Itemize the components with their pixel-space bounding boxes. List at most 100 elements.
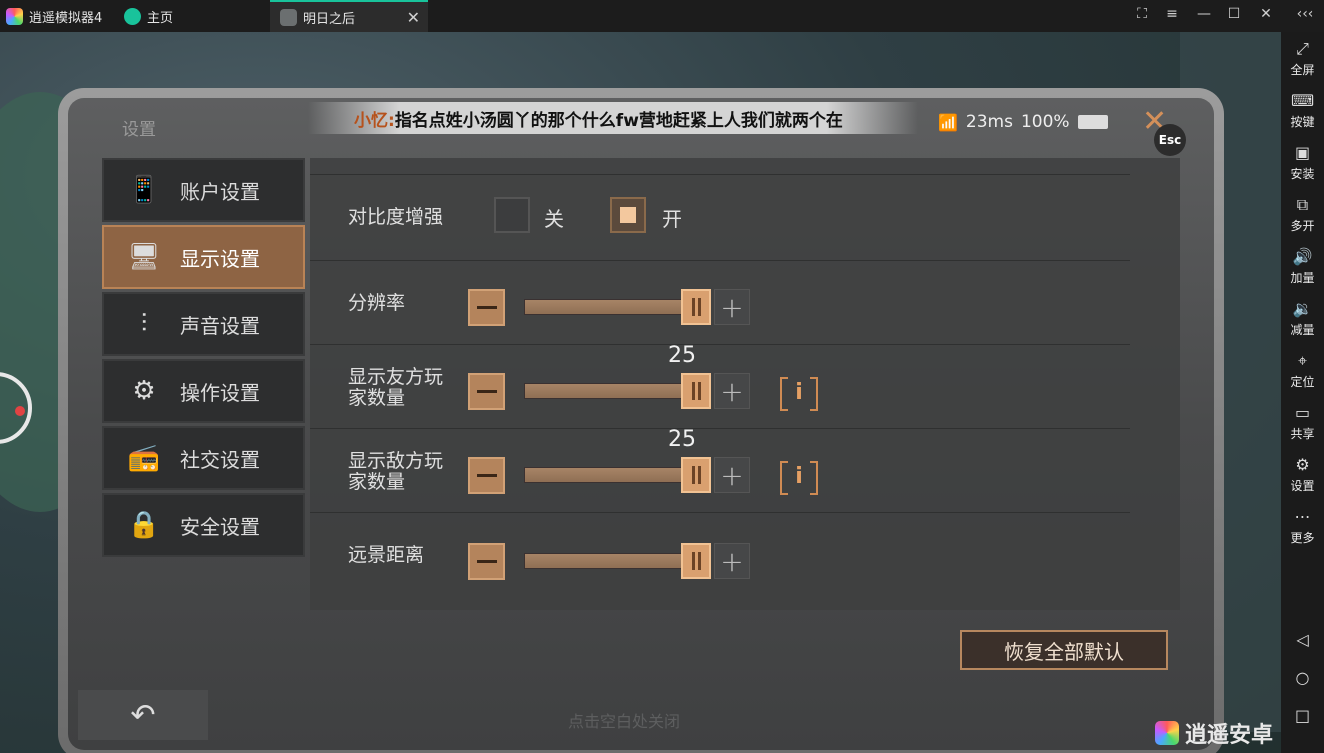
sidebar-label: 设置	[1290, 479, 1315, 493]
decrease-button[interactable]	[468, 373, 505, 410]
game-view: 设置 小忆: 指名点姓小汤圆丫的那个什么fw营地赶紧上人我们就两个在 📶 23m…	[0, 32, 1281, 753]
slider-label: 远景距离	[348, 544, 425, 566]
tab-home[interactable]: 主页	[118, 0, 268, 32]
enemy-count-row: 显示敌方玩家数量 25 + i	[310, 427, 1130, 512]
slider-label: 显示友方玩家数量	[348, 366, 444, 409]
slider-track[interactable]	[524, 467, 700, 483]
close-tab-icon[interactable]: ✕	[407, 8, 420, 27]
slider-fill	[525, 384, 698, 398]
slider-thumb[interactable]	[681, 457, 712, 493]
sidebar-item-more[interactable]: ⋯ 更多	[1281, 508, 1324, 546]
info-icon[interactable]: i	[780, 377, 818, 411]
location-icon: ⌖	[1297, 351, 1307, 370]
restore-defaults-button[interactable]: 恢复全部默认	[960, 630, 1168, 670]
app-logo-icon	[6, 7, 23, 25]
home-icon	[124, 7, 141, 25]
resolution-row: 分辨率 +	[310, 260, 1130, 344]
info-icon[interactable]: i	[780, 461, 818, 495]
sidebar-item-location[interactable]: ⌖ 定位	[1281, 352, 1324, 390]
decrease-button[interactable]	[468, 457, 505, 494]
sidebar-label: 按键	[1290, 115, 1315, 129]
walkie-talkie-icon: 📻	[127, 443, 161, 473]
slider-thumb[interactable]	[681, 289, 712, 325]
slider-value: 25	[668, 427, 696, 452]
sidebar-label: 多开	[1290, 219, 1315, 233]
sound-sliders-icon: ⫶	[140, 308, 148, 339]
menu-icon[interactable]: ≡	[1162, 6, 1182, 22]
controls-gear-icon: ⚙	[132, 376, 156, 406]
contrast-row: 对比度增强 关 开	[310, 174, 1130, 260]
status-bar: 📶 23ms 100%	[938, 112, 1108, 132]
collapse-sidebar-icon[interactable]: ‹‹‹	[1292, 6, 1318, 22]
nav-display[interactable]: 🖥 显示设置	[102, 225, 305, 289]
nav-security[interactable]: 🔒 安全设置	[102, 493, 305, 557]
close-window-icon[interactable]: ✕	[1256, 6, 1276, 22]
slider-label: 显示敌方玩家数量	[348, 450, 444, 493]
sidebar-item-share[interactable]: ▭ 共享	[1281, 404, 1324, 442]
nav-account[interactable]: 📱 账户设置	[102, 158, 305, 222]
sidebar-item-multi[interactable]: ⧉ 多开	[1281, 196, 1324, 234]
slider-thumb[interactable]	[681, 543, 712, 579]
nav-label: 显示设置	[180, 246, 260, 271]
minimize-icon[interactable]: —	[1194, 6, 1214, 22]
tab-game[interactable]: 明日之后 ✕	[270, 0, 428, 32]
slider-thumb[interactable]	[681, 373, 712, 409]
slider-track[interactable]	[524, 299, 700, 315]
slider-track[interactable]	[524, 383, 700, 399]
sidebar-label: 更多	[1290, 531, 1315, 545]
sidebar-label: 加量	[1290, 271, 1315, 285]
nav-label: 社交设置	[180, 447, 260, 472]
sidebar-label: 全屏	[1290, 63, 1315, 77]
ally-count-row: 显示友方玩家数量 25 + i	[310, 343, 1130, 428]
increase-button[interactable]: +	[714, 373, 750, 409]
battery-icon	[1077, 115, 1108, 129]
slider-label: 分辨率	[348, 292, 406, 314]
sidebar-item-settings[interactable]: ⚙ 设置	[1281, 456, 1324, 494]
gear-icon: ⚙	[1295, 455, 1310, 474]
display-settings-panel: 对比度增强 关 开 分辨率 + 显示友方玩家数量 25 + i 显示敌方玩家数量…	[310, 158, 1180, 610]
decrease-button[interactable]	[468, 543, 505, 580]
sidebar-item-fullscreen[interactable]: ⤢ 全屏	[1281, 40, 1324, 78]
sidebar-item-install[interactable]: ▣ 安装	[1281, 144, 1324, 182]
decrease-button[interactable]	[468, 289, 505, 326]
back-icon[interactable]: ↶	[78, 690, 208, 740]
nav-label: 账户设置	[180, 179, 260, 204]
slider-track[interactable]	[524, 553, 700, 569]
multi-instance-icon: ⧉	[1296, 195, 1309, 214]
ping: 23ms	[965, 112, 1013, 132]
nav-controls[interactable]: ⚙ 操作设置	[102, 359, 305, 423]
keyboard-icon: ⌨	[1290, 91, 1315, 110]
increase-button[interactable]: +	[714, 289, 750, 325]
increase-button[interactable]: +	[714, 457, 750, 493]
android-home-icon[interactable]: ○	[1281, 668, 1324, 687]
nav-social[interactable]: 📻 社交设置	[102, 426, 305, 490]
sidebar-item-volume-down[interactable]: 🔉 减量	[1281, 300, 1324, 338]
sidebar-item-volume-up[interactable]: 🔊 加量	[1281, 248, 1324, 286]
sidebar-item-keymap[interactable]: ⌨ 按键	[1281, 92, 1324, 130]
watermark-logo-icon	[1154, 721, 1179, 745]
android-recent-icon[interactable]: □	[1281, 706, 1324, 725]
tab-app[interactable]: 逍遥模拟器4	[0, 0, 112, 32]
android-back-icon[interactable]: ◁	[1281, 630, 1324, 649]
volume-up-icon: 🔊	[1292, 247, 1313, 266]
app-name: 逍遥模拟器4	[29, 10, 103, 26]
contrast-off-checkbox[interactable]	[494, 197, 530, 233]
settings-title: 设置	[122, 120, 156, 140]
screenshot-icon[interactable]: ⛶	[1132, 6, 1152, 22]
sidebar-label: 定位	[1290, 375, 1315, 389]
contrast-on-checkbox[interactable]	[610, 197, 646, 233]
maximize-icon[interactable]: ☐	[1224, 6, 1244, 22]
display-icon: 🖥	[127, 242, 161, 272]
slider-fill	[525, 300, 698, 314]
esc-badge: Esc	[1154, 124, 1186, 156]
contrast-off-label: 关	[544, 207, 564, 231]
increase-button[interactable]: +	[714, 543, 750, 579]
slider-fill	[525, 554, 698, 568]
ticker-message: 指名点姓小汤圆丫的那个什么fw营地赶紧上人我们就两个在	[394, 110, 843, 131]
sidebar-label: 共享	[1290, 427, 1315, 441]
sidebar-label: 安装	[1290, 167, 1315, 181]
battery-percent: 100%	[1020, 112, 1070, 132]
nav-sound[interactable]: ⫶ 声音设置	[102, 292, 305, 356]
emulator-sidebar: ⤢ 全屏 ⌨ 按键 ▣ 安装 ⧉ 多开 🔊 加量 🔉 减量 ⌖ 定位 ▭ 共享 ⚙ 设置 ⋯ 更多 …	[1281, 32, 1324, 753]
settings-screen: 设置 小忆: 指名点姓小汤圆丫的那个什么fw营地赶紧上人我们就两个在 📶 23m…	[68, 98, 1214, 750]
